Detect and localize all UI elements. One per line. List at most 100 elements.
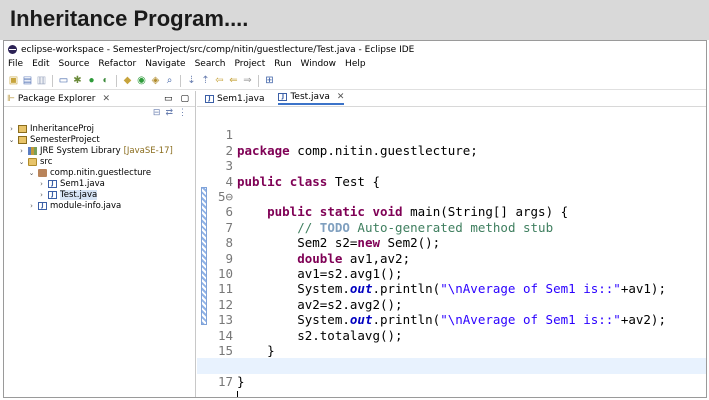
package-explorer-icon: ⊩ <box>7 93 15 104</box>
code-line: 1 package comp.nitin.guestlecture; <box>197 112 706 157</box>
new-class-icon[interactable]: ◉ <box>136 75 147 86</box>
menu-navigate[interactable]: Navigate <box>145 59 185 69</box>
panel-actions: ▭ ▢ <box>164 94 195 104</box>
menu-edit[interactable]: Edit <box>32 59 49 69</box>
tree-item-label: Test.java <box>60 189 98 200</box>
tree-item-label: module-info.java <box>50 200 122 211</box>
tree-item-test-java[interactable]: › J Test.java <box>4 189 195 200</box>
chevron-right-icon[interactable]: › <box>18 147 25 155</box>
code-editor: J Sem1.java J Test.java ✕ 1 package comp… <box>197 91 706 397</box>
eclipse-logo-icon <box>8 45 17 54</box>
code-line: 11 av2=s2.avg2(); <box>197 266 706 311</box>
tree-item-sem1-java[interactable]: › J Sem1.java <box>4 178 195 189</box>
window-title: eclipse-workspace - SemesterProject/src/… <box>21 44 415 55</box>
menu-refactor[interactable]: Refactor <box>98 59 136 69</box>
tree-item-label: InheritanceProj <box>30 123 95 134</box>
java-file-icon: J <box>48 190 57 199</box>
close-icon[interactable]: ✕ <box>102 94 110 104</box>
last-edit-icon[interactable]: ⇦ <box>214 75 225 86</box>
eclipse-window: eclipse-workspace - SemesterProject/src/… <box>3 40 707 398</box>
toolbar-separator <box>180 74 181 87</box>
package-explorer-panel: ⊩ Package Explorer ✕ ▭ ▢ ⊟ ⇄ ⋮ › Inherit… <box>4 91 196 397</box>
forward-icon[interactable]: ⇒ <box>242 75 253 86</box>
menu-help[interactable]: Help <box>345 59 366 69</box>
project-tree: › InheritanceProj ⌄ SemesterProject › JR… <box>4 121 195 211</box>
collapse-all-icon[interactable]: ⊟ <box>153 107 161 121</box>
code-line: 13 s2.totalavg(); <box>197 297 706 342</box>
chevron-down-icon[interactable]: ⌄ <box>18 158 25 166</box>
library-version: [JavaSE-17] <box>123 145 173 156</box>
code-line: 2 <box>197 127 706 158</box>
chevron-right-icon[interactable]: › <box>38 180 45 188</box>
tree-item-module-info[interactable]: › J module-info.java <box>4 200 195 211</box>
package-explorer-tab[interactable]: ⊩ Package Explorer ✕ <box>7 94 110 104</box>
new-icon[interactable]: ▣ <box>8 75 19 86</box>
editor-tabbar: J Sem1.java J Test.java ✕ <box>197 91 706 107</box>
tree-item-semesterproject[interactable]: ⌄ SemesterProject <box>4 134 195 145</box>
menu-search[interactable]: Search <box>195 59 226 69</box>
chevron-right-icon[interactable]: › <box>8 125 15 133</box>
code-line: 6 // TODO Auto-generated method stub <box>197 189 706 234</box>
close-icon[interactable]: ✕ <box>337 92 345 102</box>
package-icon <box>38 168 47 177</box>
annotation-prev-icon[interactable]: ⇡ <box>200 75 211 86</box>
toolbar-separator <box>116 74 117 87</box>
code-area[interactable]: 1 package comp.nitin.guestlecture; 2 3 p… <box>197 108 706 397</box>
package-explorer-tab-label: Package Explorer <box>17 93 96 104</box>
save-icon[interactable]: ▤ <box>22 75 33 86</box>
java-file-icon: J <box>48 179 57 188</box>
code-line: 9 av1=s2.avg1(); <box>197 235 706 281</box>
chevron-down-icon[interactable]: ⌄ <box>8 136 15 144</box>
chevron-down-icon[interactable]: ⌄ <box>28 169 35 177</box>
menu-file[interactable]: File <box>8 59 23 69</box>
window-titlebar: eclipse-workspace - SemesterProject/src/… <box>4 41 706 56</box>
coverage-icon[interactable]: ◐ <box>100 75 111 86</box>
menu-project[interactable]: Project <box>234 59 265 69</box>
toolbar-separator <box>52 74 53 87</box>
menu-source[interactable]: Source <box>59 59 90 69</box>
terminal-icon[interactable]: ▭ <box>58 75 69 86</box>
tab-sem1-java[interactable]: J Sem1.java <box>205 94 264 104</box>
link-editor-icon[interactable]: ⇄ <box>165 107 173 121</box>
view-menu-icon[interactable]: ⋮ <box>178 107 187 121</box>
code-line-current: 17 <box>197 358 706 397</box>
debug-icon[interactable]: ✱ <box>72 75 83 86</box>
perspective-icon[interactable]: ⊞ <box>264 75 275 86</box>
chevron-right-icon[interactable]: › <box>38 191 45 199</box>
search-icon[interactable]: ⌕ <box>164 75 175 86</box>
new-java-project-icon[interactable]: ◆ <box>122 75 133 86</box>
tree-item-inheritanceproj[interactable]: › InheritanceProj <box>4 123 195 134</box>
run-icon[interactable]: ● <box>86 75 97 86</box>
maximize-icon[interactable]: ▢ <box>180 94 189 104</box>
library-icon <box>28 146 37 155</box>
code-line: 10 System.out.println("\nAverage of Sem1… <box>197 251 706 296</box>
code-line: 4 <box>197 158 706 189</box>
code-line: 5⊖ public static void main(String[] args… <box>197 174 706 219</box>
line-number: 17 <box>217 373 233 389</box>
folder-icon <box>28 157 37 166</box>
project-icon <box>18 135 27 144</box>
tree-item-label: JRE System Library <box>40 145 121 156</box>
tree-item-label: SemesterProject <box>30 134 100 145</box>
code-line: 7 Sem2 s2=new Sem2(); <box>197 204 706 250</box>
tree-item-label: comp.nitin.guestlecture <box>50 167 152 178</box>
save-all-icon[interactable]: ▥ <box>36 75 47 86</box>
tree-item-src[interactable]: ⌄ src <box>4 156 195 167</box>
tree-item-jre-library[interactable]: › JRE System Library [JavaSE-17] <box>4 145 195 156</box>
java-file-icon: J <box>278 93 288 101</box>
back-icon[interactable]: ⇐ <box>228 75 239 86</box>
annotation-next-icon[interactable]: ⇣ <box>186 75 197 86</box>
explorer-subtools: ⊟ ⇄ ⋮ <box>4 107 195 121</box>
code-line: 8 double av1,av2; <box>197 220 706 265</box>
tab-label: Test.java <box>290 92 330 102</box>
tab-test-java[interactable]: J Test.java ✕ <box>278 92 345 105</box>
open-type-icon[interactable]: ◈ <box>150 75 161 86</box>
text-caret <box>237 391 238 397</box>
minimize-icon[interactable]: ▭ <box>164 94 173 104</box>
code-line: 12 System.out.println("\nAverage of Sem1… <box>197 281 706 327</box>
java-file-icon: J <box>38 201 47 210</box>
tree-item-package[interactable]: ⌄ comp.nitin.guestlecture <box>4 167 195 178</box>
menu-window[interactable]: Window <box>301 59 337 69</box>
chevron-right-icon[interactable]: › <box>28 202 35 210</box>
menu-run[interactable]: Run <box>274 59 291 69</box>
